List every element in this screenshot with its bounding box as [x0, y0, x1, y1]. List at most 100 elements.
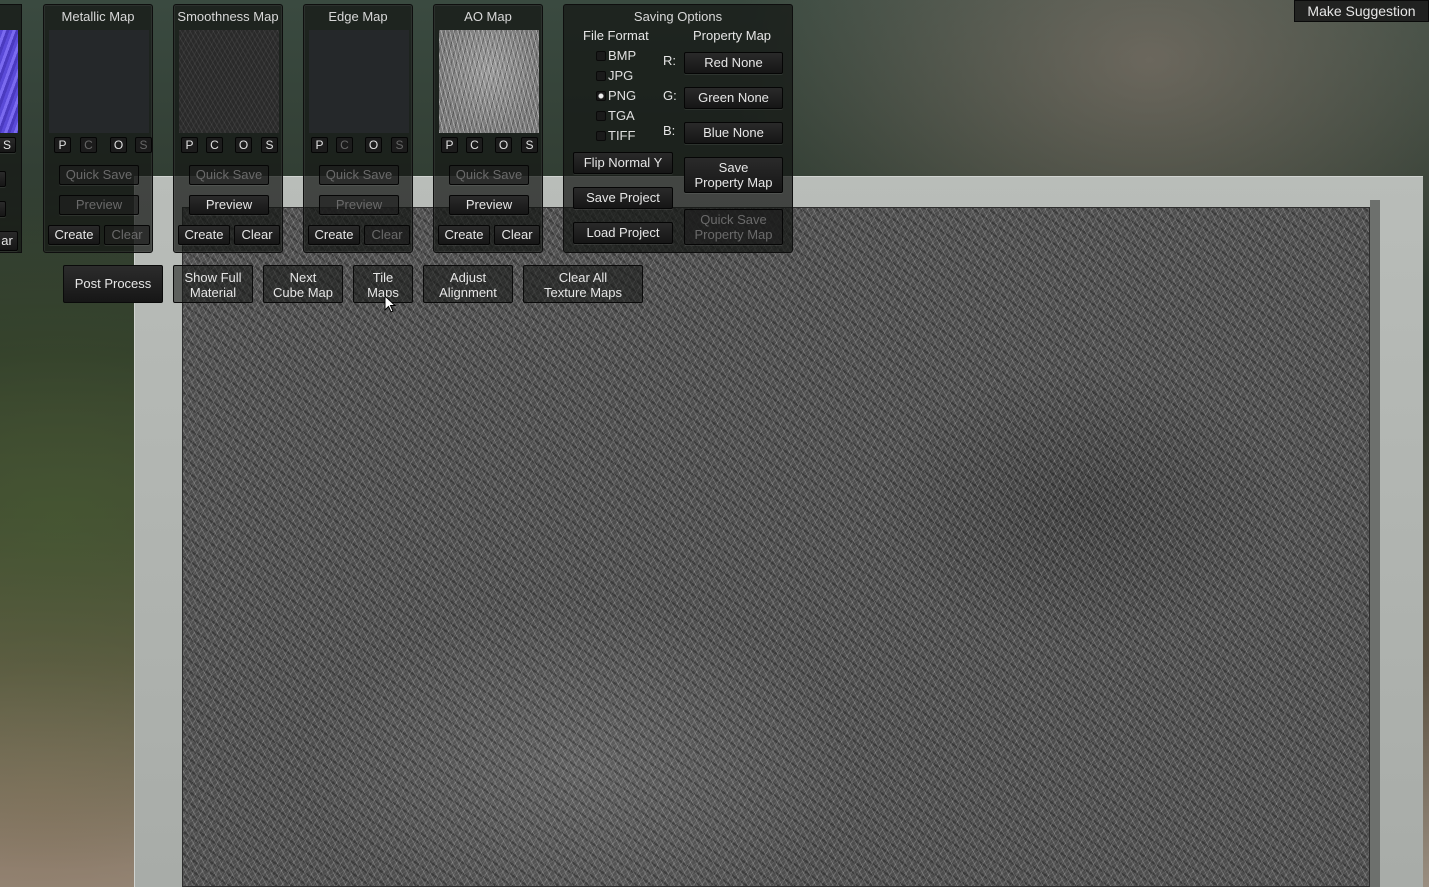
format-option-tga[interactable]: TGA [596, 108, 635, 124]
panel-title: Metallic Map [61, 9, 135, 24]
quick-save-property-map-button[interactable]: Quick Save Property Map [684, 209, 783, 245]
s-toggle-button[interactable]: S [0, 137, 16, 153]
quick-save-button[interactable]: Quick Save [319, 165, 399, 185]
partial-button[interactable] [0, 201, 6, 217]
o-toggle[interactable]: O [235, 137, 252, 153]
p-toggle[interactable]: P [311, 137, 328, 153]
tile-maps-button[interactable]: Tile Maps [353, 265, 413, 303]
ao-map-panel: AO Map P C O S Quick Save Preview Create… [433, 4, 543, 253]
panel-title: Smoothness Map [177, 9, 279, 24]
c-toggle[interactable]: C [466, 137, 483, 153]
format-label: JPG [608, 68, 634, 83]
button-label: Save [718, 160, 749, 175]
format-option-bmp[interactable]: BMP [596, 48, 636, 64]
create-button[interactable]: Create [178, 225, 230, 245]
format-option-jpg[interactable]: JPG [596, 68, 633, 84]
red-channel-button[interactable]: Red None [684, 52, 783, 74]
edge-map-panel: Edge Map P C O S Quick Save Preview Crea… [303, 4, 413, 253]
preview-button[interactable]: Preview [59, 195, 139, 215]
format-label: BMP [608, 48, 637, 63]
button-label: Quick Save [700, 212, 767, 227]
radio-icon [596, 111, 606, 121]
button-label: Tile [372, 270, 394, 285]
property-map-label: Property Map [693, 28, 772, 43]
quick-save-button[interactable]: Quick Save [59, 165, 139, 185]
clear-button[interactable]: Clear [234, 225, 280, 245]
blue-channel-button[interactable]: Blue None [684, 122, 783, 144]
channel-toggles: P C O S [309, 137, 409, 153]
c-toggle[interactable]: C [336, 137, 353, 153]
create-button[interactable]: Create [308, 225, 360, 245]
format-label: TGA [608, 108, 635, 123]
button-label: Property Map [694, 227, 773, 242]
save-project-button[interactable]: Save Project [573, 187, 673, 209]
load-project-button[interactable]: Load Project [573, 222, 673, 244]
preview-button[interactable]: Preview [449, 195, 529, 215]
clear-button-partial[interactable]: ar [0, 231, 18, 251]
o-toggle[interactable]: O [110, 137, 127, 153]
o-toggle[interactable]: O [365, 137, 382, 153]
button-label: Alignment [439, 285, 497, 300]
button-label: Show Full [184, 270, 242, 285]
preview-button[interactable]: Preview [319, 195, 399, 215]
make-suggestion-button[interactable]: Make Suggestion [1294, 0, 1429, 22]
quick-save-button[interactable]: Quick Save [449, 165, 529, 185]
show-full-material-button[interactable]: Show Full Material [173, 265, 253, 303]
button-label: Clear All [558, 270, 608, 285]
format-option-tiff[interactable]: TIFF [596, 128, 635, 144]
s-toggle[interactable]: S [135, 137, 152, 153]
preview-button[interactable]: Preview [189, 195, 269, 215]
metallic-map-panel: Metallic Map P C O S Quick Save Preview … [43, 4, 153, 253]
clear-button[interactable]: Clear [104, 225, 150, 245]
b-label: B: [663, 123, 676, 138]
s-toggle[interactable]: S [261, 137, 278, 153]
clear-button[interactable]: Clear [364, 225, 410, 245]
c-toggle[interactable]: C [80, 137, 97, 153]
next-cube-map-button[interactable]: Next Cube Map [263, 265, 343, 303]
quick-save-button[interactable]: Quick Save [189, 165, 269, 185]
p-toggle[interactable]: P [54, 137, 71, 153]
edge-thumbnail [309, 30, 409, 133]
partial-button[interactable] [0, 171, 6, 187]
channel-toggles: P C O S [179, 137, 279, 153]
mouse-cursor-icon [384, 295, 397, 313]
saving-options-title: Saving Options [633, 9, 723, 24]
button-label: Next [289, 270, 317, 285]
c-toggle[interactable]: C [206, 137, 223, 153]
channel-toggles: P C O S [49, 137, 152, 153]
button-label: Adjust [449, 270, 487, 285]
channel-toggles: P C O S [439, 137, 539, 153]
format-label: PNG [608, 88, 637, 103]
radio-selected-icon [596, 91, 606, 101]
button-label: Texture Maps [543, 285, 623, 300]
save-property-map-button[interactable]: Save Property Map [684, 157, 783, 193]
p-toggle[interactable]: P [181, 137, 198, 153]
o-toggle[interactable]: O [495, 137, 512, 153]
ao-thumbnail [439, 30, 539, 133]
texture-preview [182, 207, 1370, 887]
g-label: G: [663, 88, 677, 103]
button-label: Property Map [694, 175, 773, 190]
clear-button[interactable]: Clear [494, 225, 540, 245]
p-toggle[interactable]: P [441, 137, 458, 153]
r-label: R: [663, 53, 676, 68]
radio-icon [596, 131, 606, 141]
format-option-png[interactable]: PNG [596, 88, 636, 104]
create-button[interactable]: Create [438, 225, 490, 245]
green-channel-button[interactable]: Green None [684, 87, 783, 109]
radio-icon [596, 51, 606, 61]
panel-title: AO Map [464, 9, 512, 24]
smoothness-thumbnail [179, 30, 279, 133]
clear-all-texture-maps-button[interactable]: Clear All Texture Maps [523, 265, 643, 303]
metallic-thumbnail [49, 30, 149, 133]
s-toggle[interactable]: S [521, 137, 538, 153]
format-label: TIFF [608, 128, 636, 143]
flip-normal-y-button[interactable]: Flip Normal Y [573, 152, 673, 174]
s-toggle[interactable]: S [391, 137, 408, 153]
create-button[interactable]: Create [48, 225, 100, 245]
adjust-alignment-button[interactable]: Adjust Alignment [423, 265, 513, 303]
saving-options-panel: Saving Options File Format Property Map … [563, 4, 793, 253]
post-process-button[interactable]: Post Process [63, 265, 163, 303]
radio-icon [596, 71, 606, 81]
button-label: Material [189, 285, 237, 300]
